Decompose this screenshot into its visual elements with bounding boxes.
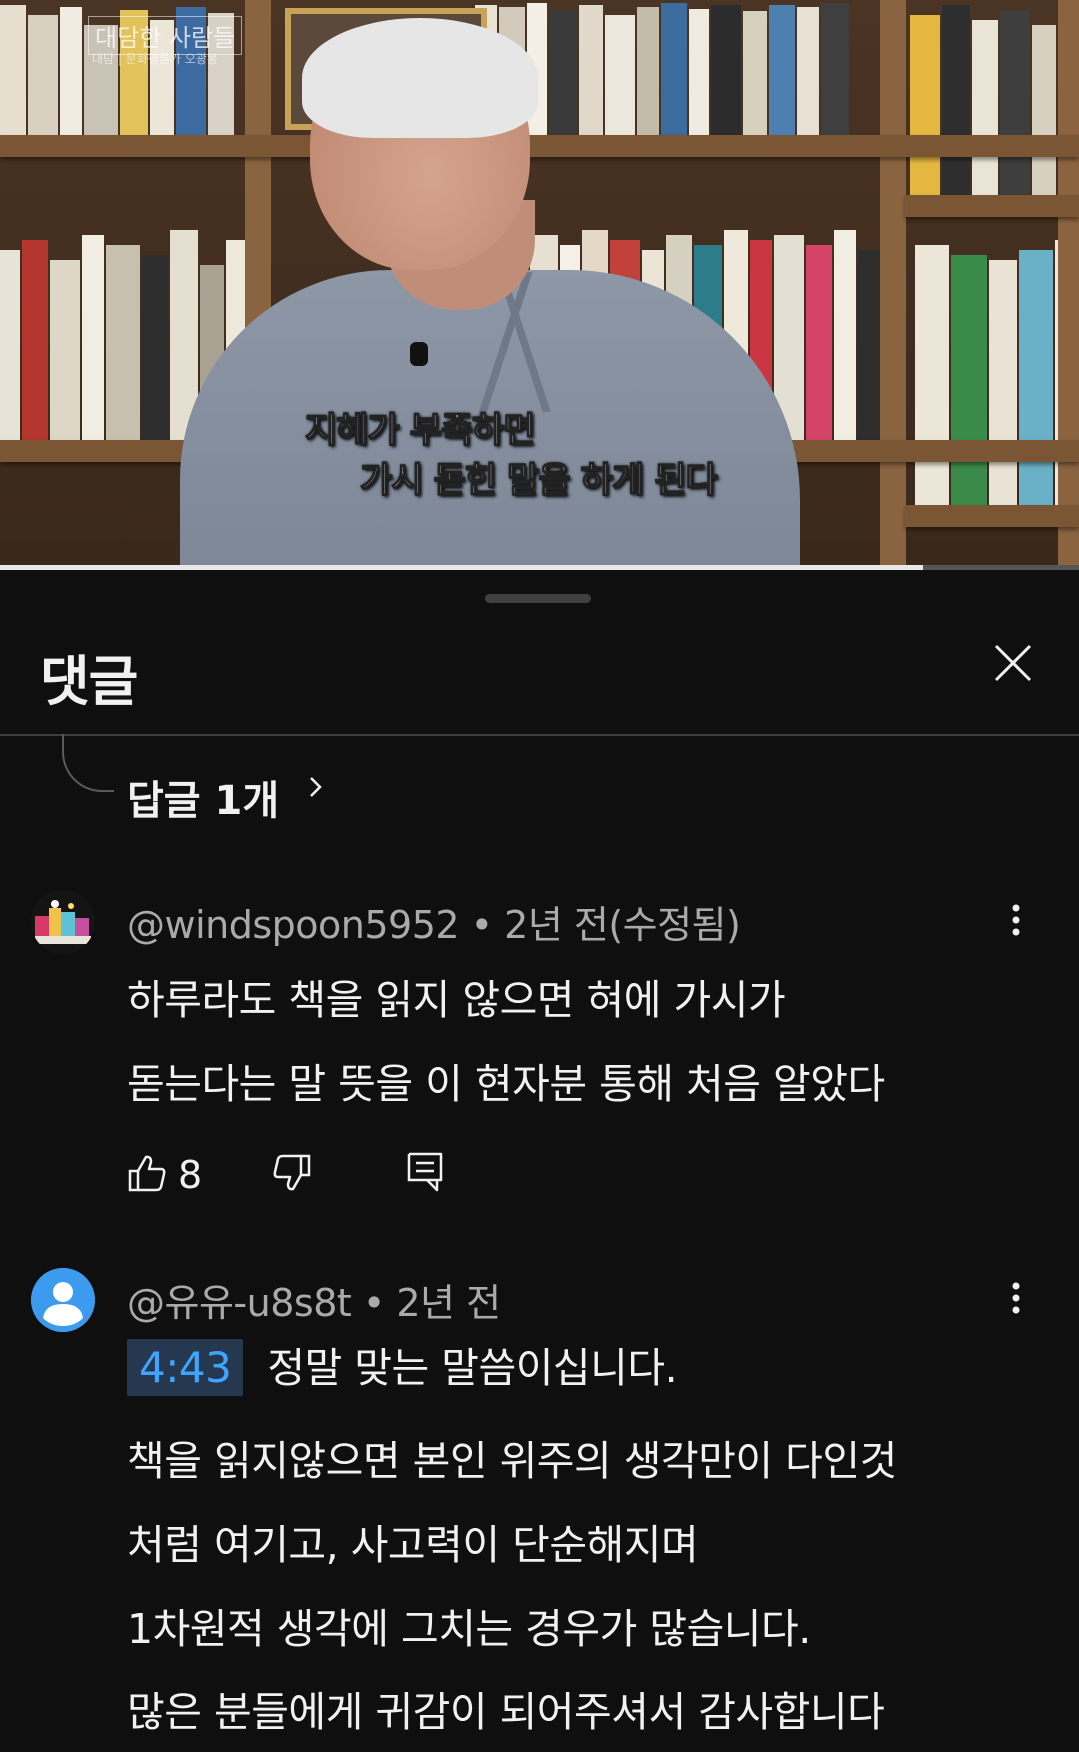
close-icon[interactable] [990,640,1036,686]
meta-separator: • [351,1281,397,1325]
comment-text-line: 책을 읽지않으면 본인 위주의 생각만이 다인것 [127,1437,897,1485]
comment-text-line: 처럼 여기고, 사고력이 단순해지며 [127,1521,699,1569]
comment-text-line: 많은 분들에게 귀감이 되어주셔서 감사합니다 [127,1688,885,1736]
comment-meta: @유유-u8s8t • 2년 전 [127,1272,501,1327]
person-icon [31,1268,95,1332]
chevron-right-icon[interactable] [302,773,330,801]
comment-author[interactable]: @유유-u8s8t [127,1281,352,1325]
more-vert-icon[interactable] [1006,1278,1026,1318]
comments-title: 댓글 [40,650,138,713]
meta-separator: • [459,903,505,947]
thumb-down-icon[interactable] [272,1153,312,1193]
comment-time: 2년 전 [396,1281,501,1325]
video-subtitle-line: 가시 돋힌 말을 하게 된다 [359,460,718,502]
comment-author[interactable]: @windspoon5952 [127,903,460,947]
header-divider [0,734,1079,736]
sheet-drag-handle[interactable] [485,594,591,603]
channel-sub-label: 대담 | 문화평론가 오광봉 [92,52,218,66]
reply-icon[interactable] [405,1150,445,1194]
avatar[interactable] [31,890,95,954]
comment-text-line: 돋는다는 말 뜻을 이 현자분 통해 처음 알았다 [127,1060,885,1108]
avatar-image [31,890,95,954]
books-right-lower [915,230,1079,505]
video-subtitle-line: 지혜가 부족하면 [304,410,536,452]
comment-text-line: 하루라도 책을 읽지 않으면 혀에 가시가 [127,976,786,1024]
books-right-upper [910,0,1058,195]
video-timestamp-link[interactable]: 4:43 [127,1339,244,1396]
shelf-post [1058,0,1079,570]
shelf-plank [905,505,1079,527]
video-player[interactable]: 대담한 사람들 대담 | 문화평론가 오광봉 지혜가 부족하면 가시 돋힌 말을… [0,0,1079,570]
speaker-hair [302,18,538,138]
comment-text-line: 4:43 정말 맞는 말씀이십니다. [127,1334,678,1396]
shelf-plank [905,195,1079,217]
comment-meta: @windspoon5952 • 2년 전(수정됨) [127,894,741,949]
view-replies-button[interactable]: 답글 1개 [127,768,279,826]
comment-text-line: 1차원적 생각에 그치는 경우가 많습니다. [127,1605,811,1653]
more-vert-icon[interactable] [1006,900,1026,940]
avatar[interactable] [31,1268,95,1332]
lapel-microphone-icon [410,342,428,366]
comment-text-segment: 정말 맞는 말씀이십니다. [267,1344,678,1392]
like-count: 8 [178,1153,203,1197]
comment-time: 2년 전(수정됨) [504,903,741,947]
shelf-post [880,0,906,570]
thumb-up-icon[interactable] [127,1153,167,1193]
